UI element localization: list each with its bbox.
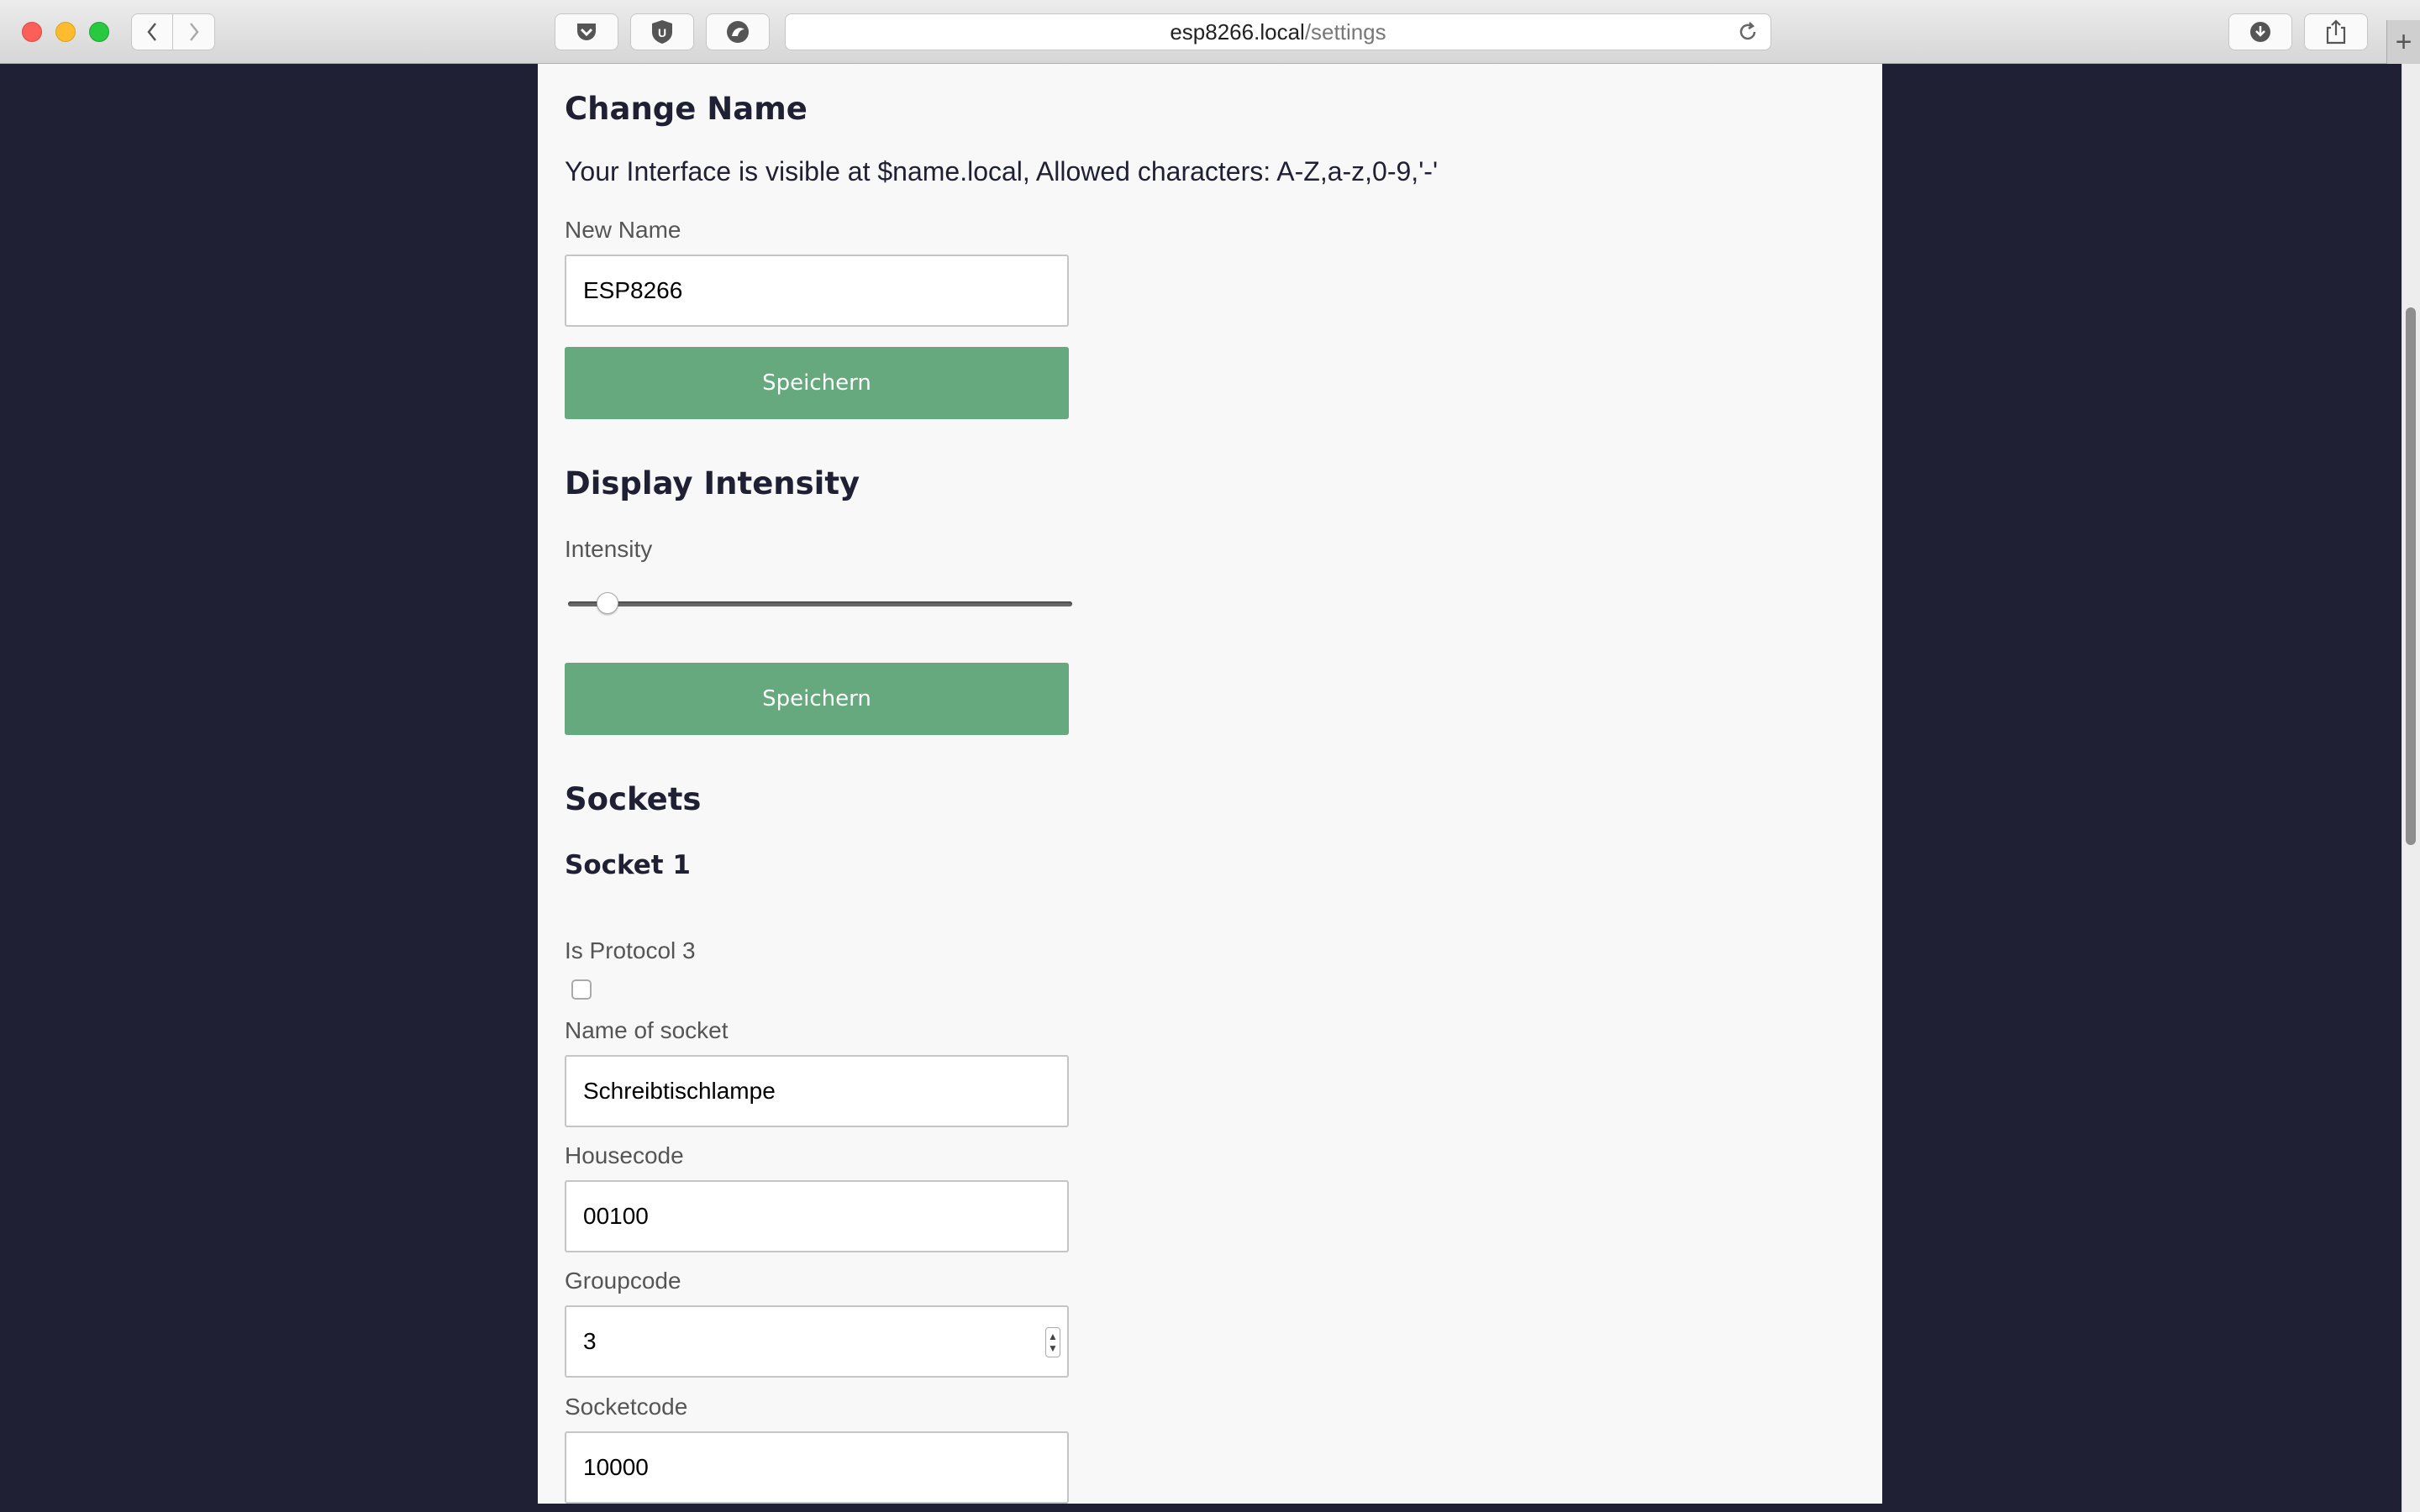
groupcode-value: 3 bbox=[583, 1328, 597, 1354]
pocket-button[interactable] bbox=[555, 13, 618, 50]
extension-icon bbox=[727, 21, 749, 43]
scrollbar-thumb[interactable] bbox=[2406, 307, 2416, 845]
extension-button[interactable] bbox=[706, 13, 770, 50]
intensity-slider[interactable] bbox=[568, 592, 1072, 614]
socket-name-input[interactable] bbox=[565, 1055, 1069, 1127]
is-protocol-3-checkbox[interactable] bbox=[571, 979, 592, 1000]
groupcode-stepper[interactable]: ▲ ▼ bbox=[1045, 1327, 1060, 1357]
ublock-icon: U bbox=[652, 20, 672, 44]
share-icon bbox=[2326, 19, 2346, 45]
save-name-button[interactable]: Speichern bbox=[565, 347, 1069, 419]
downloads-button[interactable] bbox=[2228, 13, 2292, 50]
settings-page: Change Name Your Interface is visible at… bbox=[538, 64, 1882, 1504]
reload-button[interactable] bbox=[1737, 21, 1759, 49]
plus-icon: + bbox=[2395, 25, 2412, 58]
new-tab-button[interactable]: + bbox=[2386, 20, 2420, 64]
groupcode-label: Groupcode bbox=[565, 1268, 681, 1294]
socket-name-label: Name of socket bbox=[565, 1017, 729, 1043]
url-path: /settings bbox=[1304, 18, 1386, 45]
stepper-up-icon[interactable]: ▲ bbox=[1048, 1331, 1058, 1342]
forward-button[interactable] bbox=[173, 13, 215, 50]
back-button[interactable] bbox=[131, 13, 173, 50]
ublock-button[interactable]: U bbox=[630, 13, 694, 50]
intensity-slider-thumb[interactable] bbox=[597, 592, 619, 614]
chevron-left-icon bbox=[147, 23, 156, 41]
new-name-input[interactable] bbox=[565, 255, 1069, 327]
reload-icon bbox=[1739, 22, 1756, 40]
pocket-icon bbox=[577, 24, 596, 40]
page-scrollbar[interactable] bbox=[2402, 64, 2420, 1512]
groupcode-input[interactable]: 3 ▲ ▼ bbox=[565, 1305, 1069, 1378]
close-window-button[interactable] bbox=[22, 22, 42, 42]
housecode-input[interactable] bbox=[565, 1180, 1069, 1252]
url-host: esp8266.local bbox=[1170, 18, 1305, 45]
is-protocol-3-label: Is Protocol 3 bbox=[565, 937, 696, 963]
socketcode-input[interactable] bbox=[565, 1431, 1069, 1504]
socketcode-label: Socketcode bbox=[565, 1394, 688, 1420]
share-button[interactable] bbox=[2304, 13, 2368, 50]
change-name-heading: Change Name bbox=[565, 91, 808, 127]
zoom-window-button[interactable] bbox=[89, 22, 109, 42]
housecode-label: Housecode bbox=[565, 1142, 684, 1168]
socket-1-heading: Socket 1 bbox=[565, 850, 691, 880]
address-bar[interactable]: esp8266.local/settings bbox=[785, 13, 1771, 50]
stepper-down-icon[interactable]: ▼ bbox=[1048, 1342, 1058, 1354]
sockets-heading: Sockets bbox=[565, 781, 702, 817]
change-name-description: Your Interface is visible at $name.local… bbox=[565, 156, 1439, 186]
save-intensity-button[interactable]: Speichern bbox=[565, 663, 1069, 735]
browser-toolbar: U esp8266.local/settings + bbox=[0, 0, 2420, 64]
new-name-label: New Name bbox=[565, 217, 681, 243]
svg-text:U: U bbox=[658, 26, 666, 39]
minimize-window-button[interactable] bbox=[55, 22, 76, 42]
display-intensity-heading: Display Intensity bbox=[565, 465, 860, 501]
chevron-right-icon bbox=[189, 23, 199, 41]
download-icon bbox=[2250, 22, 2270, 42]
intensity-label: Intensity bbox=[565, 536, 653, 562]
